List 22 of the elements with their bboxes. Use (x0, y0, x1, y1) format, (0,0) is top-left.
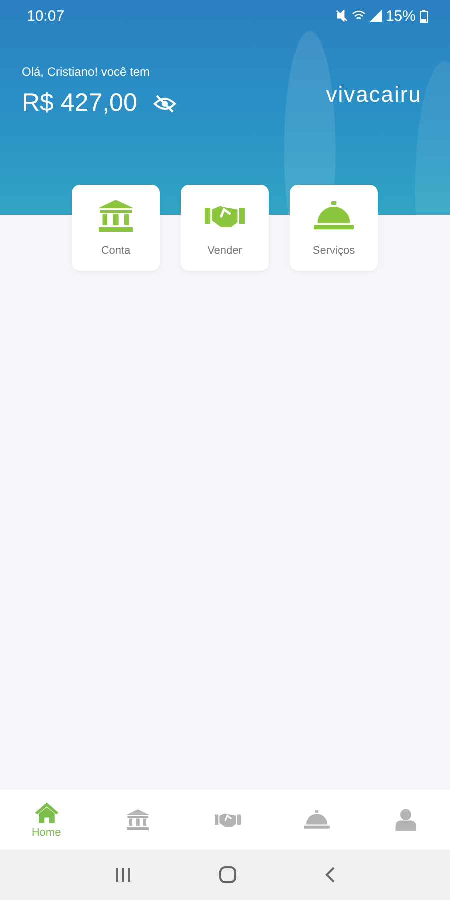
hide-eye-icon[interactable] (153, 94, 178, 114)
nav-tab[interactable]: Home (26, 802, 68, 838)
mute-icon (336, 10, 348, 22)
shortcut-card[interactable]: Serviços (290, 185, 378, 271)
bank-icon (96, 199, 136, 233)
back-icon[interactable] (324, 866, 336, 884)
home-button-icon[interactable] (218, 866, 237, 884)
person-icon (394, 809, 418, 831)
battery-level: 15% (386, 8, 416, 24)
service-bell-icon (304, 809, 330, 831)
home-icon (34, 802, 60, 824)
status-time: 10:07 (27, 8, 65, 24)
brand-logo: vivacairu (326, 82, 422, 108)
signal-icon (370, 10, 382, 22)
greeting-text: Olá, Cristiano! você tem (22, 65, 152, 79)
shortcut-card[interactable]: Conta (72, 185, 160, 271)
battery-icon (420, 10, 428, 22)
shortcut-card[interactable]: Vender (181, 185, 269, 271)
bank-icon (124, 809, 151, 831)
wifi-icon (352, 10, 366, 22)
balance-amount: R$ 427,00 (22, 89, 138, 118)
recent-apps-icon[interactable] (114, 867, 132, 883)
